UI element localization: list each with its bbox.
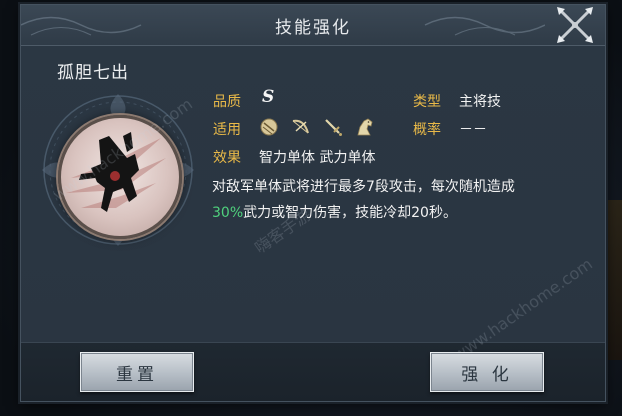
quality-value: S	[262, 87, 275, 107]
effect-label: 效果	[213, 150, 241, 166]
shield-icon	[260, 118, 278, 136]
type-value: 主将技	[459, 94, 501, 110]
dialog-title: 技能强化	[275, 18, 351, 38]
dialog-header: 技能强化	[21, 5, 605, 46]
suitable-label: 适用	[213, 122, 241, 138]
skill-description: 对敌军单体武将进行最多7段攻击，每次随机造成 30%武力或智力伤害，技能冷却20…	[212, 174, 592, 226]
description-line-1: 对敌军单体武将进行最多7段攻击，每次随机造成	[212, 179, 515, 195]
skill-name: 孤胆七出	[57, 63, 129, 83]
reset-button[interactable]: 重置	[80, 352, 194, 392]
quality-label: 品质	[213, 94, 241, 110]
damage-percent: 30%	[212, 205, 244, 221]
horse-icon	[357, 118, 373, 136]
type-label: 类型	[413, 94, 441, 110]
probability-value: －－	[459, 122, 487, 138]
enhance-button[interactable]: 强 化	[430, 352, 544, 392]
game-screen: 防 攻 魅 技能强化	[0, 0, 622, 416]
probability-label: 概率	[413, 122, 441, 138]
bow-icon	[292, 119, 309, 134]
effect-value: 智力单体 武力单体	[259, 150, 376, 166]
description-line-2: 30%武力或智力伤害，技能冷却20秒。	[212, 200, 592, 226]
close-icon[interactable]	[553, 3, 597, 47]
sword-icon	[325, 119, 342, 136]
